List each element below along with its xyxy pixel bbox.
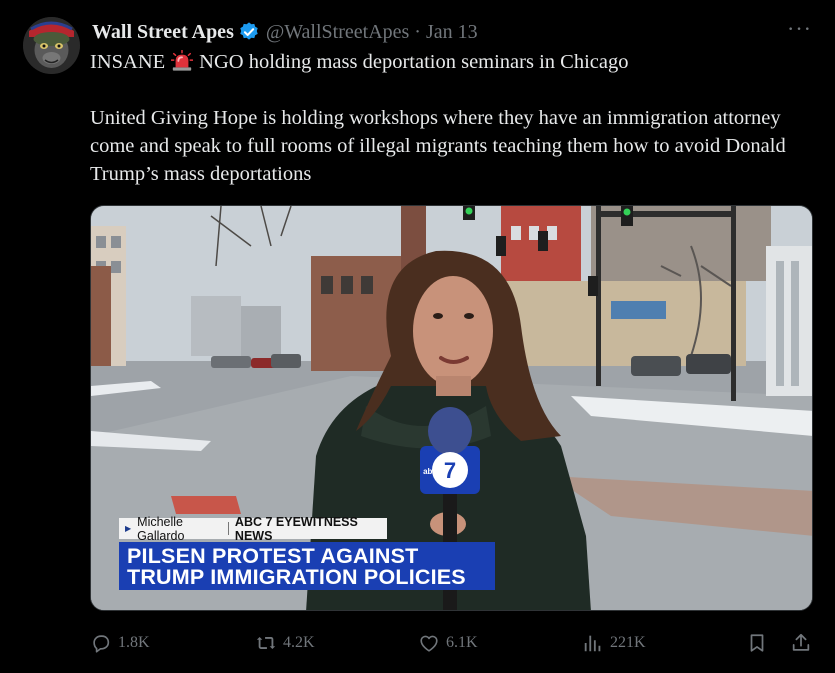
heart-icon (420, 635, 438, 652)
bookmark-icon (750, 634, 764, 652)
tweet-date[interactable]: Jan 13 (426, 21, 478, 44)
reply-count: 1.8K (118, 634, 150, 651)
views-icon (584, 635, 601, 652)
repost-button[interactable]: 4.2K (255, 628, 315, 658)
video-media[interactable]: 7 abc ▶ Michelle Gallardo ABC 7 EYEWITNE… (90, 205, 813, 611)
author-name[interactable]: Wall Street Apes (92, 21, 234, 44)
headline-banner: PILSEN PROTEST AGAINST TRUMP IMMIGRATION… (119, 542, 495, 590)
like-count: 6.1K (446, 634, 478, 651)
avatar[interactable] (23, 17, 80, 74)
gorilla-avatar-image (23, 17, 80, 74)
tweet-line-1-end: NGO holding mass deportation seminars in… (199, 51, 629, 73)
bookmark-button[interactable] (746, 628, 768, 658)
tweet-action-bar: 1.8K 4.2K 6.1K 221K (90, 628, 815, 658)
share-button[interactable] (790, 628, 812, 658)
lower-third-credit-bar: ▶ Michelle Gallardo ABC 7 EYEWITNESS NEW… (119, 515, 387, 543)
credit-separator (228, 522, 229, 535)
tweet-text: INSANE NGO holding mass deportation semi… (90, 48, 810, 188)
play-arrow-icon: ▶ (125, 524, 132, 533)
reply-button[interactable]: 1.8K (90, 628, 150, 658)
headline-line-1: PILSEN PROTEST AGAINST (127, 544, 419, 568)
mic-flag-logo: abc (423, 467, 437, 476)
reporter-name: Michelle Gallardo (137, 514, 185, 543)
police-light-emoji-icon (171, 50, 194, 71)
author-handle[interactable]: @WallStreetApes (266, 21, 409, 44)
reply-icon (93, 635, 110, 653)
mic-flag-number: 7 (444, 458, 456, 483)
share-icon (792, 633, 810, 651)
tweet-line-1-start: INSANE (90, 51, 166, 73)
tweet-paragraph-2: United Giving Hope is holding workshops … (90, 107, 786, 185)
views-count: 221K (610, 634, 646, 651)
views-button[interactable]: 221K (582, 628, 646, 658)
station-name: ABC 7 EYEWITNESS NEWS (234, 514, 358, 543)
like-button[interactable]: 6.1K (418, 628, 478, 658)
tweet-line-1: INSANE NGO holding mass deportation semi… (90, 48, 810, 76)
tweet-header: Wall Street Apes @WallStreetApes · Jan 1… (92, 18, 478, 46)
repost-count: 4.2K (283, 634, 315, 651)
repost-icon (256, 637, 276, 649)
headline-line-2: TRUMP IMMIGRATION POLICIES (127, 565, 466, 589)
news-lower-third: ▶ Michelle Gallardo ABC 7 EYEWITNESS NEW… (119, 515, 495, 590)
verified-badge-icon[interactable] (238, 21, 260, 43)
more-icon[interactable]: ··· (787, 18, 811, 43)
separator-dot: · (414, 20, 421, 43)
